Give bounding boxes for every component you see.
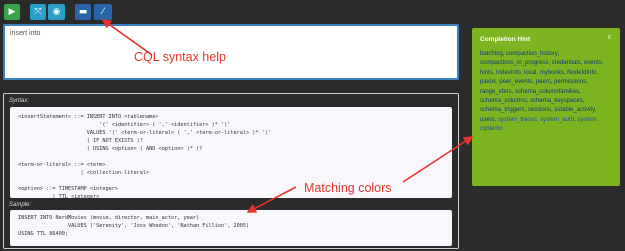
arrow-to-sample <box>246 186 297 213</box>
arrow-to-pencil <box>101 19 153 56</box>
annotation-arrows <box>101 19 474 213</box>
arrow-to-hint <box>402 136 474 183</box>
